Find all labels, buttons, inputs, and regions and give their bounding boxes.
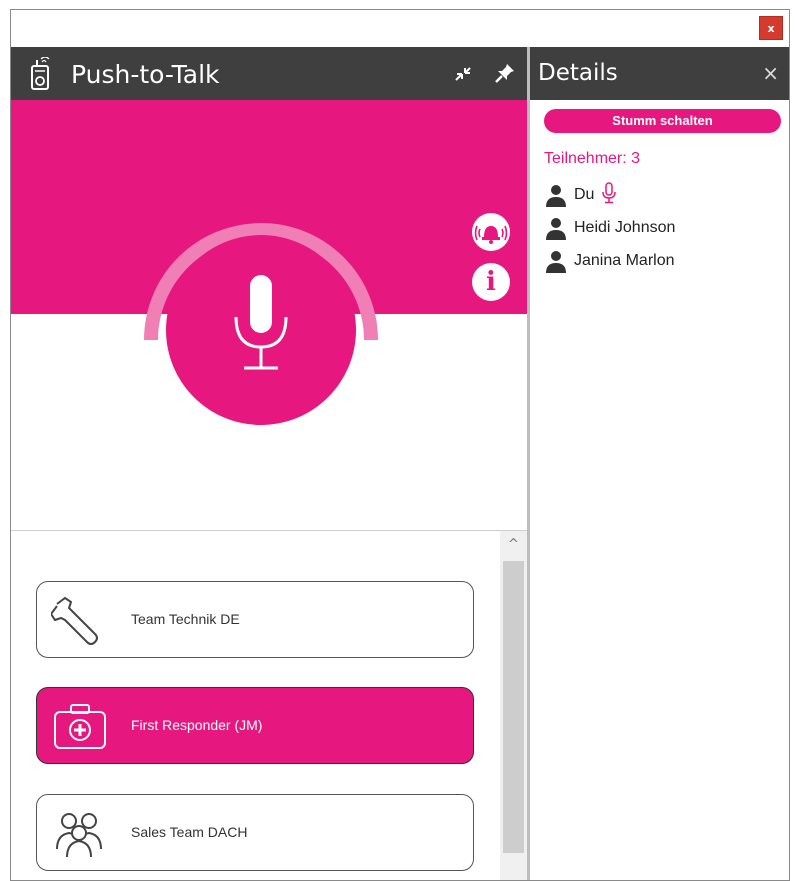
participants-count: Teilnehmer: 3: [544, 150, 641, 167]
panel-divider[interactable]: [527, 47, 530, 880]
group-first-responder[interactable]: First Responder (JM): [36, 687, 474, 764]
details-close-icon[interactable]: ×: [762, 61, 779, 85]
pin-icon[interactable]: [494, 62, 516, 88]
person-icon: [544, 249, 568, 273]
mute-button[interactable]: Stumm schalten: [544, 109, 781, 133]
participant-du: Du: [544, 181, 617, 209]
push-to-talk-button[interactable]: [166, 235, 356, 425]
group-label: First Responder (JM): [131, 717, 263, 733]
speaking-microphone-icon: [602, 181, 617, 209]
walkie-talkie-icon: [26, 56, 54, 95]
microphone-icon: [234, 275, 288, 370]
group-team-technik-de[interactable]: Team Technik DE: [36, 581, 474, 658]
participant-name: Du: [574, 186, 595, 203]
info-button[interactable]: i: [472, 263, 510, 301]
person-icon: [544, 183, 568, 207]
app-window: x Push-to-Talk i Team Technik DE First R…: [10, 9, 790, 881]
participant-heidi-johnson: Heidi Johnson: [544, 215, 675, 241]
ptt-title: Push-to-Talk: [71, 60, 220, 89]
participant-janina-marlon: Janina Marlon: [544, 248, 675, 274]
group-sales-team-dach[interactable]: Sales Team DACH: [36, 794, 474, 871]
group-label: Sales Team DACH: [131, 824, 248, 840]
alarm-button[interactable]: [472, 213, 510, 251]
group-label: Team Technik DE: [131, 611, 240, 627]
scroll-thumb[interactable]: [503, 561, 524, 853]
wrench-icon: [49, 594, 111, 650]
info-icon: i: [486, 267, 496, 297]
ptt-header: Push-to-Talk: [11, 47, 527, 100]
alarm-bell-icon: [474, 225, 508, 244]
window-close-button[interactable]: x: [759, 16, 783, 40]
person-icon: [544, 216, 568, 240]
group-list-scrollbar[interactable]: ^: [500, 531, 527, 880]
scroll-up-arrow-icon[interactable]: ^: [500, 535, 527, 555]
participant-name: Heidi Johnson: [574, 219, 676, 236]
first-aid-kit-icon: [51, 700, 111, 756]
people-group-icon: [51, 807, 111, 863]
details-title: Details: [538, 60, 618, 86]
details-header: Details ×: [530, 47, 789, 100]
participant-name: Janina Marlon: [574, 252, 675, 269]
collapse-arrows-icon[interactable]: [452, 64, 474, 88]
